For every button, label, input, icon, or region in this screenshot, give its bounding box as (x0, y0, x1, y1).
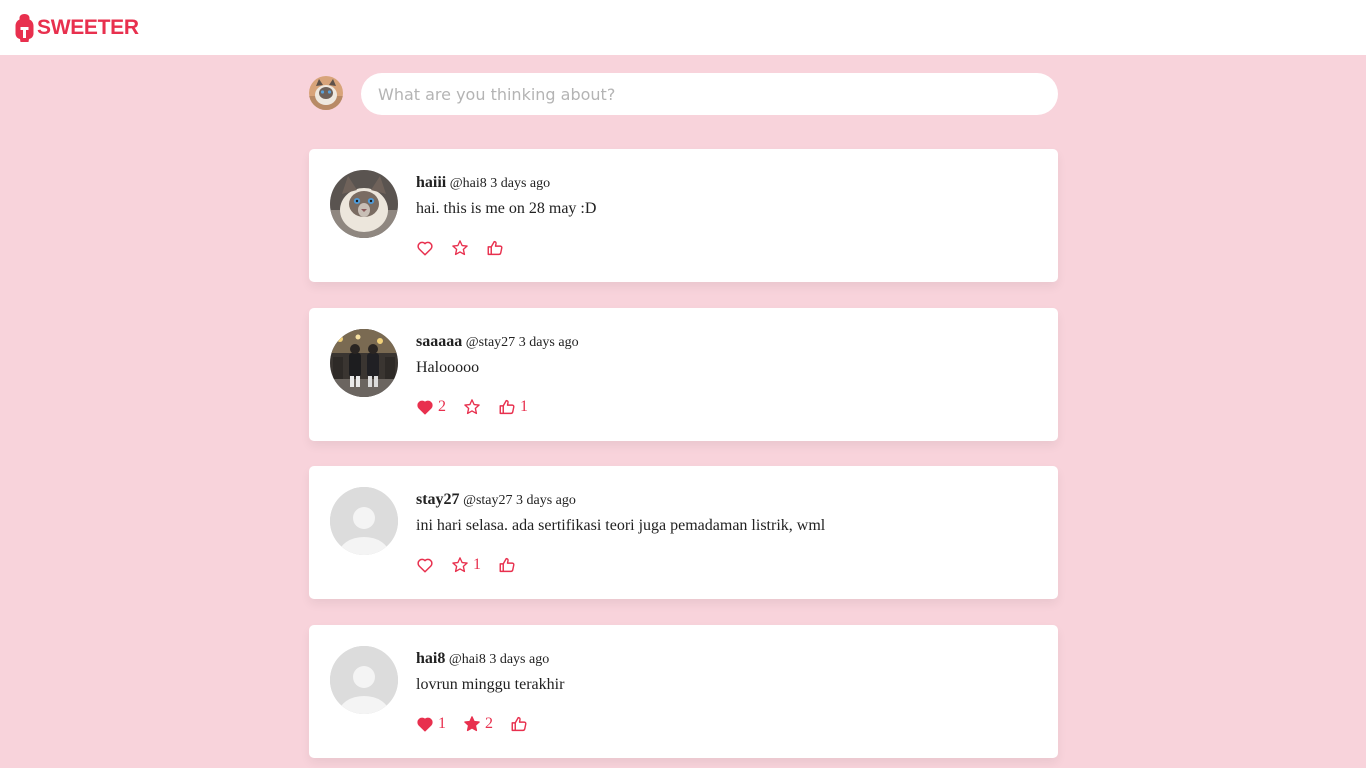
post-header: hai8 @hai8 3 days ago (416, 650, 549, 668)
post-author-name[interactable]: haiii (416, 174, 446, 191)
thumbs-button[interactable] (510, 715, 528, 733)
post-actions: 12 (416, 714, 545, 734)
post-author-handle[interactable]: @stay27 (466, 335, 515, 350)
top-navbar: SWEETER (0, 0, 1366, 55)
post-author-avatar[interactable] (330, 646, 398, 714)
post-actions: 1 (416, 555, 533, 575)
star-outline-icon (451, 239, 469, 257)
brand-logo-link[interactable]: SWEETER (14, 14, 139, 42)
favorite-count: 2 (485, 715, 493, 732)
post-header: haiii @hai8 3 days ago (416, 174, 550, 192)
post-author-name[interactable]: stay27 (416, 491, 460, 508)
heart-solid-icon (416, 715, 434, 733)
heart-solid-icon (416, 398, 434, 416)
star-outline-icon (463, 398, 481, 416)
post-body: lovrun minggu terakhir (416, 676, 565, 693)
whats-on-your-mind-input[interactable] (361, 73, 1058, 115)
like-button[interactable]: 2 (416, 398, 446, 416)
thumbs-button[interactable]: 1 (498, 398, 528, 416)
favorite-button[interactable]: 1 (451, 556, 481, 574)
thumb-outline-icon (498, 398, 516, 416)
favorite-button[interactable] (463, 398, 481, 416)
post-body: ini hari selasa. ada sertifikasi teori j… (416, 517, 826, 534)
post-timestamp: 3 days ago (489, 652, 550, 667)
post-body: Halooooo (416, 359, 480, 376)
post-timestamp: 3 days ago (490, 176, 551, 191)
post-actions: 21 (416, 397, 545, 417)
post-actions (416, 238, 521, 258)
current-user-avatar[interactable] (309, 76, 343, 110)
post-author-avatar[interactable] (330, 329, 398, 397)
brand-name: SWEETER (37, 16, 139, 39)
post-card: saaaaa @stay27 3 days ago Halooooo 2 1 (309, 308, 1058, 441)
like-button[interactable]: 1 (416, 715, 446, 733)
thumb-outline-icon (486, 239, 504, 257)
post-author-name[interactable]: saaaaa (416, 333, 462, 350)
post-author-avatar[interactable] (330, 487, 398, 555)
post-author-avatar[interactable] (330, 170, 398, 238)
post-timestamp: 3 days ago (516, 493, 576, 508)
thumbs-button[interactable] (486, 239, 504, 257)
like-button[interactable] (416, 239, 434, 257)
post-author-name[interactable]: hai8 (416, 650, 445, 667)
post-card: haiii @hai8 3 days ago hai. this is me on… (309, 149, 1058, 282)
like-count: 1 (438, 715, 446, 732)
post-card: hai8 @hai8 3 days ago lovrun minggu terak… (309, 625, 1058, 758)
post-timestamp: 3 days ago (518, 335, 579, 350)
favorite-count: 1 (473, 556, 481, 573)
thumb-outline-icon (510, 715, 528, 733)
favorite-button[interactable]: 2 (463, 715, 493, 733)
favorite-button[interactable] (451, 239, 469, 257)
post-header: stay27 @stay27 3 days ago (416, 491, 576, 509)
thumbs-button[interactable] (498, 556, 516, 574)
post-header: saaaaa @stay27 3 days ago (416, 333, 579, 351)
heart-outline-icon (416, 556, 434, 574)
post-body: hai. this is me on 28 may :D (416, 200, 597, 217)
post-author-handle[interactable]: @hai8 (449, 652, 486, 667)
like-count: 2 (438, 398, 446, 415)
star-outline-icon (451, 556, 469, 574)
thumbs-count: 1 (520, 398, 528, 415)
like-button[interactable] (416, 556, 434, 574)
spartan-helmet-icon (15, 14, 34, 42)
post-author-handle[interactable]: @stay27 (463, 493, 512, 508)
post-card: stay27 @stay27 3 days ago ini hari selasa… (309, 466, 1058, 599)
heart-outline-icon (416, 239, 434, 257)
thumb-outline-icon (498, 556, 516, 574)
post-author-handle[interactable]: @hai8 (450, 176, 487, 191)
star-solid-icon (463, 715, 481, 733)
